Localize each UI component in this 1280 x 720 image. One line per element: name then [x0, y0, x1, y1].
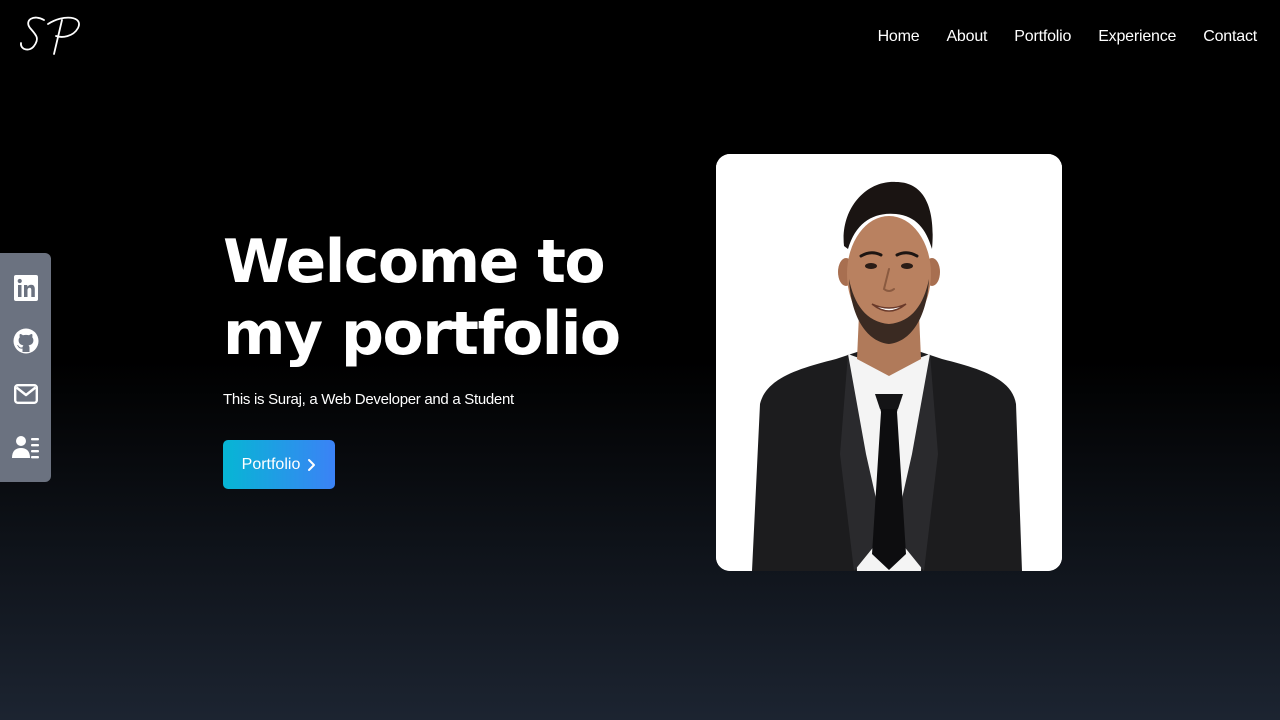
- nav-about[interactable]: About: [946, 28, 987, 46]
- sp-monogram-icon: [20, 16, 80, 55]
- linkedin-icon: [13, 274, 38, 301]
- portfolio-button-label: Portfolio: [241, 455, 301, 473]
- email-link[interactable]: [12, 380, 40, 408]
- chevron-right-icon: [308, 458, 316, 471]
- logo[interactable]: [18, 10, 84, 56]
- mail-icon: [13, 384, 38, 405]
- person-portrait-image: [716, 154, 1062, 571]
- github-link[interactable]: [12, 327, 40, 355]
- github-icon: [13, 328, 38, 354]
- social-links-bar: [0, 253, 51, 482]
- profile-photo: [716, 154, 1062, 571]
- hero-subtitle: This is Suraj, a Web Developer and a Stu…: [223, 391, 514, 408]
- hero-title: Welcome to my portfolio: [223, 227, 621, 369]
- resume-link[interactable]: [11, 433, 40, 461]
- nav-home[interactable]: Home: [878, 28, 920, 46]
- hero-section: Welcome to my portfolio This is Suraj, a…: [223, 226, 703, 408]
- linkedin-link[interactable]: [12, 274, 40, 302]
- resume-icon: [11, 436, 39, 459]
- nav-portfolio[interactable]: Portfolio: [1014, 28, 1071, 46]
- top-navbar: Home About Portfolio Experience Contact: [0, 0, 1280, 80]
- nav-contact[interactable]: Contact: [1203, 28, 1257, 46]
- portfolio-button[interactable]: Portfolio: [223, 440, 335, 489]
- nav-experience[interactable]: Experience: [1098, 28, 1176, 46]
- main-nav: Home About Portfolio Experience Contact: [878, 28, 1258, 46]
